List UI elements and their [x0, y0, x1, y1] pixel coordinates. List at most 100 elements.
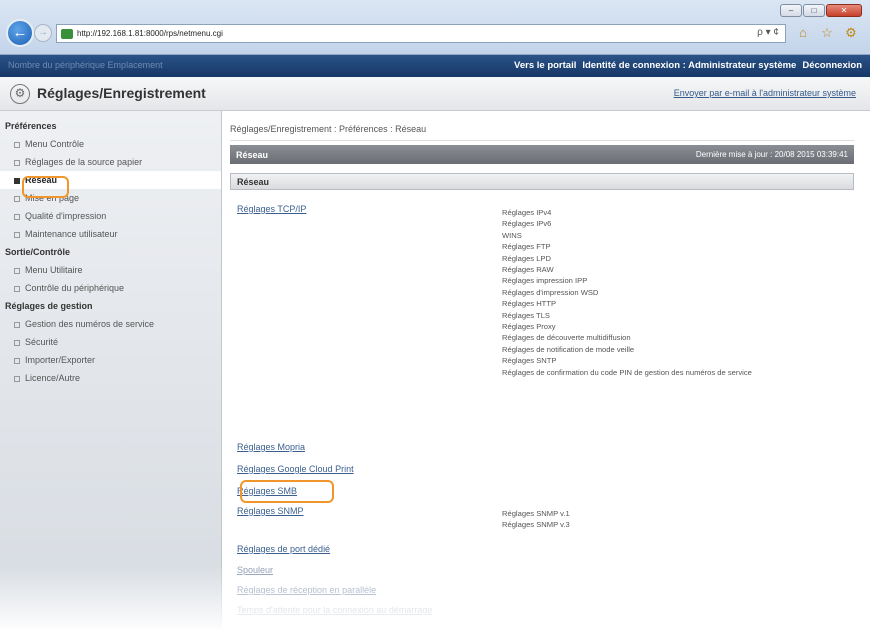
- sidebar-item-label: Licence/Autre: [25, 373, 81, 383]
- sidebar-item-license[interactable]: Licence/Autre: [0, 369, 221, 387]
- close-button[interactable]: ✕: [826, 4, 862, 17]
- breadcrumb: Réglages/Enregistrement : Préférences : …: [230, 111, 854, 141]
- home-icon[interactable]: ⌂: [795, 25, 811, 41]
- smb-settings-link[interactable]: Réglages SMB: [237, 486, 297, 496]
- mopria-settings-link[interactable]: Réglages Mopria: [237, 442, 305, 452]
- spooler-link[interactable]: Spouleur: [237, 565, 273, 575]
- site-icon: [61, 28, 73, 39]
- sidebar-item-user-maintenance[interactable]: Maintenance utilisateur: [0, 225, 221, 243]
- last-update: Dernière mise à jour : 20/08 2015 03:39:…: [695, 150, 848, 159]
- dedicated-port-link[interactable]: Réglages de port dédié: [237, 544, 330, 554]
- minimize-button[interactable]: –: [780, 4, 802, 17]
- list-item: Réglages de découverte multidiffusion: [502, 333, 631, 343]
- bullet-icon: [14, 213, 20, 220]
- gcp-row: Réglages Google Cloud Print: [237, 464, 354, 474]
- subsection-title: Réseau: [237, 177, 270, 187]
- sidebar-item-reseau[interactable]: Réseau: [0, 171, 221, 189]
- bullet-icon: [14, 177, 20, 184]
- startup-wait-link[interactable]: Temps d'attente pour la connexion au dém…: [237, 605, 432, 615]
- sidebar-item-label: Maintenance utilisateur: [25, 229, 118, 239]
- tcpip-items: Réglages IPv4 Réglages IPv6 WINS Réglage…: [502, 207, 752, 378]
- address-tools[interactable]: ρ ▾ ¢: [757, 27, 779, 38]
- bullet-icon: [14, 195, 20, 202]
- top-links: Vers le portail Identité de connexion : …: [514, 60, 862, 71]
- forward-button[interactable]: →: [34, 24, 52, 42]
- back-button[interactable]: ←: [6, 19, 34, 47]
- list-item: Réglages LPD: [502, 253, 551, 263]
- sidebar-item-layout[interactable]: Mise en page: [0, 189, 221, 207]
- snmp-row: Réglages SNMP: [237, 506, 304, 516]
- mopria-row: Réglages Mopria: [237, 442, 305, 452]
- sidebar-item-label: Menu Utilitaire: [25, 265, 83, 275]
- list-item: Réglages de notification de mode veille: [502, 344, 635, 354]
- settings-gear-icon[interactable]: ⚙: [843, 25, 859, 41]
- sidebar-section-output: Sortie/Contrôle: [5, 247, 71, 257]
- sidebar-item-service-numbers[interactable]: Gestion des numéros de service: [0, 315, 221, 333]
- list-item: Réglages SNTP: [502, 356, 557, 366]
- list-item: Réglages SNMP v.1: [502, 509, 570, 518]
- sidebar-item-label: Contrôle du périphérique: [25, 283, 125, 293]
- page-header: ⚙ Réglages/Enregistrement Envoyer par e-…: [0, 77, 870, 111]
- list-item: Réglages IPv6: [502, 219, 552, 229]
- email-admin-link[interactable]: Envoyer par e-mail à l'administrateur sy…: [674, 88, 856, 98]
- bullet-icon: [14, 285, 20, 292]
- sidebar-item-label: Importer/Exporter: [25, 355, 96, 365]
- list-item: Réglages de confirmation du code PIN de …: [502, 367, 752, 377]
- sidebar: Préférences Menu Contrôle Réglages de la…: [0, 111, 222, 629]
- list-item: Réglages SNMP v.3: [502, 520, 570, 530]
- snmp-items: Réglages SNMP v.1 Réglages SNMP v.3: [502, 508, 570, 531]
- sidebar-item-label: Sécurité: [25, 337, 59, 347]
- login-identity: Identité de connexion : Administrateur s…: [582, 60, 797, 71]
- sidebar-item-utility-menu[interactable]: Menu Utilitaire: [0, 261, 221, 279]
- snmp-settings-link[interactable]: Réglages SNMP: [237, 506, 304, 516]
- favorites-star-icon[interactable]: ☆: [819, 25, 835, 41]
- list-item: Réglages HTTP: [502, 299, 557, 309]
- bullet-icon: [14, 321, 20, 328]
- logout-link[interactable]: Déconnexion: [802, 60, 862, 71]
- wait-row: Temps d'attente pour la connexion au dém…: [237, 605, 432, 615]
- sidebar-item-label: Réglages de la source papier: [25, 157, 143, 167]
- page-title: Réglages/Enregistrement: [37, 85, 206, 101]
- sidebar-item-label: Menu Contrôle: [25, 139, 85, 149]
- address-bar[interactable]: http://192.168.1.81:8000/rps/netmenu.cgi…: [56, 24, 786, 43]
- top-nav-bar: Nombre du périphérique Emplacement Vers …: [0, 55, 870, 77]
- sidebar-item-import-export[interactable]: Importer/Exporter: [0, 351, 221, 369]
- bullet-icon: [14, 159, 20, 166]
- list-item: Réglages FTP: [502, 242, 551, 252]
- maximize-button[interactable]: □: [803, 4, 825, 17]
- subsection-bar: Réseau: [230, 173, 854, 190]
- url-text[interactable]: http://192.168.1.81:8000/rps/netmenu.cgi: [77, 29, 223, 38]
- spooler-row: Spouleur: [237, 565, 273, 575]
- bullet-icon: [14, 141, 20, 148]
- tcpip-settings-link[interactable]: Réglages TCP/IP: [237, 204, 306, 214]
- port-row: Réglages de port dédié: [237, 544, 330, 554]
- list-item: WINS: [502, 230, 522, 240]
- sidebar-item-security[interactable]: Sécurité: [0, 333, 221, 351]
- portal-link[interactable]: Vers le portail: [514, 60, 576, 71]
- main-content: Réglages/Enregistrement : Préférences : …: [222, 111, 870, 629]
- sidebar-item-label: Mise en page: [25, 193, 80, 203]
- list-item: Réglages TLS: [502, 310, 550, 320]
- bullet-icon: [14, 267, 20, 274]
- parallel-reception-link[interactable]: Réglages de réception en parallèle: [237, 585, 376, 595]
- sidebar-section-preferences: Préférences: [5, 121, 57, 131]
- google-cloud-print-link[interactable]: Réglages Google Cloud Print: [237, 464, 354, 474]
- sidebar-item-device-control[interactable]: Contrôle du périphérique: [0, 279, 221, 297]
- sidebar-item-menu-controle[interactable]: Menu Contrôle: [0, 135, 221, 153]
- list-item: Réglages IPv4: [502, 208, 552, 217]
- list-item: Réglages RAW: [502, 265, 554, 275]
- bullet-icon: [14, 339, 20, 346]
- sidebar-item-label: Qualité d'impression: [25, 211, 107, 221]
- sidebar-item-label: Gestion des numéros de service: [25, 319, 155, 329]
- smb-row: Réglages SMB: [237, 486, 297, 496]
- browser-chrome: – □ ✕ ← → http://192.168.1.81:8000/rps/n…: [0, 0, 870, 55]
- sidebar-item-paper-source[interactable]: Réglages de la source papier: [0, 153, 221, 171]
- list-item: Réglages d'impression WSD: [502, 287, 599, 297]
- window-controls: – □ ✕: [780, 4, 862, 17]
- browser-toolbar: ⌂ ☆ ⚙: [795, 25, 859, 41]
- section-title: Réseau: [236, 150, 269, 160]
- sidebar-section-management: Réglages de gestion: [5, 301, 93, 311]
- bullet-icon: [14, 375, 20, 382]
- section-header-bar: Réseau Dernière mise à jour : 20/08 2015…: [230, 145, 854, 164]
- sidebar-item-print-quality[interactable]: Qualité d'impression: [0, 207, 221, 225]
